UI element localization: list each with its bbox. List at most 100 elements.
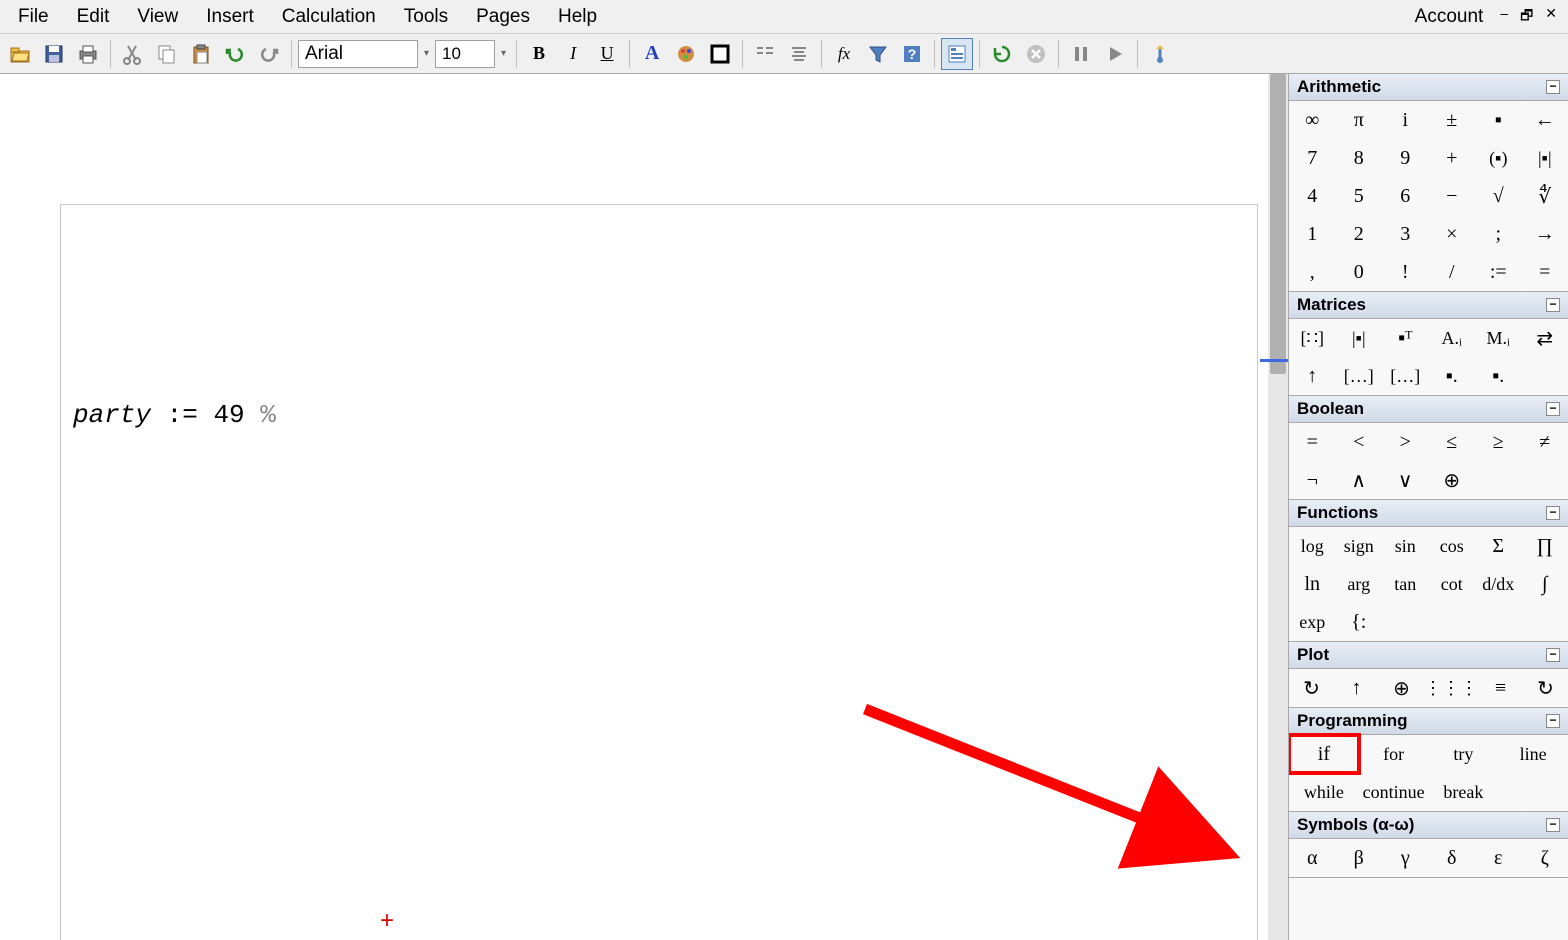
palette-cell[interactable]: ∏ xyxy=(1522,527,1568,565)
palette-cell[interactable]: δ xyxy=(1429,839,1476,877)
palette-cell[interactable]: ↑ xyxy=(1334,669,1379,707)
align-center-icon[interactable] xyxy=(783,38,815,70)
palette-cell[interactable]: ≤ xyxy=(1429,423,1476,461)
palette-cell[interactable]: |▪| xyxy=(1336,319,1383,357)
font-name-select[interactable]: Arial xyxy=(298,40,418,68)
close-icon[interactable]: ✕ xyxy=(1542,5,1560,29)
palette-cell[interactable]: := xyxy=(1475,253,1522,291)
italic-icon[interactable]: I xyxy=(557,38,589,70)
palette-cell[interactable]: ∞ xyxy=(1289,101,1336,139)
font-color-icon[interactable]: A xyxy=(636,38,668,70)
collapse-icon[interactable]: − xyxy=(1546,648,1560,662)
collapse-icon[interactable]: − xyxy=(1546,714,1560,728)
menu-file[interactable]: File xyxy=(4,2,63,32)
palette-cell[interactable]: 0 xyxy=(1336,253,1383,291)
palette-cell[interactable]: ∫ xyxy=(1522,565,1568,603)
menu-view[interactable]: View xyxy=(123,2,192,32)
palette-cell[interactable] xyxy=(1498,773,1568,811)
expression[interactable]: party := 49 % xyxy=(73,400,276,430)
palette-cell[interactable]: line xyxy=(1498,735,1568,773)
palette-cell[interactable]: 6 xyxy=(1382,177,1429,215)
palette-cell[interactable]: , xyxy=(1289,253,1336,291)
palette-cell[interactable]: d/dx xyxy=(1475,565,1522,603)
palette-cell[interactable]: = xyxy=(1289,423,1336,461)
palette-cell[interactable] xyxy=(1475,461,1522,499)
palette-cell[interactable]: |▪| xyxy=(1522,139,1568,177)
copy-icon[interactable] xyxy=(151,38,183,70)
palette-cell[interactable]: for xyxy=(1359,735,1429,773)
palette-cell[interactable]: → xyxy=(1522,215,1568,253)
palette-cell[interactable]: − xyxy=(1429,177,1476,215)
print-icon[interactable] xyxy=(72,38,104,70)
menu-account[interactable]: Account xyxy=(1401,2,1498,32)
palette-cell[interactable]: [∷] xyxy=(1289,319,1336,357)
minimize-icon[interactable]: – xyxy=(1497,5,1511,29)
palette-cell[interactable]: β xyxy=(1336,839,1383,877)
palette-cell[interactable]: ! xyxy=(1382,253,1429,291)
panel-boolean-header[interactable]: Boolean − xyxy=(1289,396,1568,423)
palette-cell[interactable]: ≥ xyxy=(1475,423,1522,461)
palette-cell[interactable]: 7 xyxy=(1289,139,1336,177)
palette-cell[interactable]: […] xyxy=(1382,357,1429,395)
palette-cell[interactable]: 1 xyxy=(1289,215,1336,253)
palette-cell[interactable]: arg xyxy=(1336,565,1383,603)
bold-icon[interactable]: B xyxy=(523,38,555,70)
palette-cell[interactable]: ζ xyxy=(1522,839,1568,877)
palette-cell[interactable]: √ xyxy=(1475,177,1522,215)
palette-cell[interactable]: continue xyxy=(1359,773,1429,811)
palette-cell[interactable] xyxy=(1429,603,1476,641)
palette-cell[interactable]: 9 xyxy=(1382,139,1429,177)
filter-icon[interactable] xyxy=(862,38,894,70)
palette-cell[interactable]: 2 xyxy=(1336,215,1383,253)
canvas-area[interactable]: party := 49 % + xyxy=(0,74,1288,940)
palette-cell[interactable]: M.ᵢ xyxy=(1475,319,1522,357)
palette-cell[interactable]: i xyxy=(1382,101,1429,139)
form-icon[interactable] xyxy=(941,38,973,70)
palette-cell[interactable]: 5 xyxy=(1336,177,1383,215)
paste-icon[interactable] xyxy=(185,38,217,70)
function-icon[interactable]: fx xyxy=(828,38,860,70)
panel-programming-header[interactable]: Programming − xyxy=(1289,708,1568,735)
palette-cell[interactable]: {: xyxy=(1336,603,1383,641)
palette-cell[interactable]: cos xyxy=(1429,527,1476,565)
refresh-icon[interactable] xyxy=(986,38,1018,70)
collapse-icon[interactable]: − xyxy=(1546,80,1560,94)
scrollbar-thumb[interactable] xyxy=(1270,74,1286,374)
maximize-icon[interactable]: 🗗 xyxy=(1517,5,1536,29)
palette-cell[interactable]: ε xyxy=(1475,839,1522,877)
palette-cell[interactable]: ▪. xyxy=(1475,357,1522,395)
palette-cell[interactable] xyxy=(1382,603,1429,641)
palette-cell[interactable]: sin xyxy=(1382,527,1429,565)
pause-icon[interactable] xyxy=(1065,38,1097,70)
document-page[interactable]: party := 49 % xyxy=(60,204,1258,940)
undo-icon[interactable] xyxy=(219,38,251,70)
palette-cell[interactable]: (▪) xyxy=(1475,139,1522,177)
menu-calculation[interactable]: Calculation xyxy=(268,2,390,32)
menu-pages[interactable]: Pages xyxy=(462,2,544,32)
palette-cell[interactable]: ▪ xyxy=(1475,101,1522,139)
palette-cell[interactable]: / xyxy=(1429,253,1476,291)
palette-cell[interactable]: ↻ xyxy=(1289,669,1334,707)
palette-cell[interactable]: cot xyxy=(1429,565,1476,603)
underline-icon[interactable]: U xyxy=(591,38,623,70)
palette-cell[interactable]: ¬ xyxy=(1289,461,1336,499)
palette-cell[interactable]: ≡ xyxy=(1478,669,1523,707)
panel-symbols-header[interactable]: Symbols (α-ω) − xyxy=(1289,812,1568,839)
palette-cell[interactable]: ∧ xyxy=(1336,461,1383,499)
palette-cell[interactable]: ⇄ xyxy=(1522,319,1568,357)
palette-cell[interactable] xyxy=(1522,357,1568,395)
palette-cell[interactable]: log xyxy=(1289,527,1336,565)
palette-cell[interactable]: ▪. xyxy=(1429,357,1476,395)
collapse-icon[interactable]: − xyxy=(1546,402,1560,416)
palette-cell[interactable]: 8 xyxy=(1336,139,1383,177)
palette-cell[interactable]: + xyxy=(1429,139,1476,177)
palette-cell[interactable]: while xyxy=(1289,773,1359,811)
open-icon[interactable] xyxy=(4,38,36,70)
palette-cell[interactable]: try xyxy=(1429,735,1499,773)
palette-cell[interactable]: ⊕ xyxy=(1379,669,1424,707)
panel-matrices-header[interactable]: Matrices − xyxy=(1289,292,1568,319)
palette-cell[interactable]: ∜ xyxy=(1522,177,1568,215)
palette-cell[interactable]: γ xyxy=(1382,839,1429,877)
redo-icon[interactable] xyxy=(253,38,285,70)
menu-help[interactable]: Help xyxy=(544,2,611,32)
